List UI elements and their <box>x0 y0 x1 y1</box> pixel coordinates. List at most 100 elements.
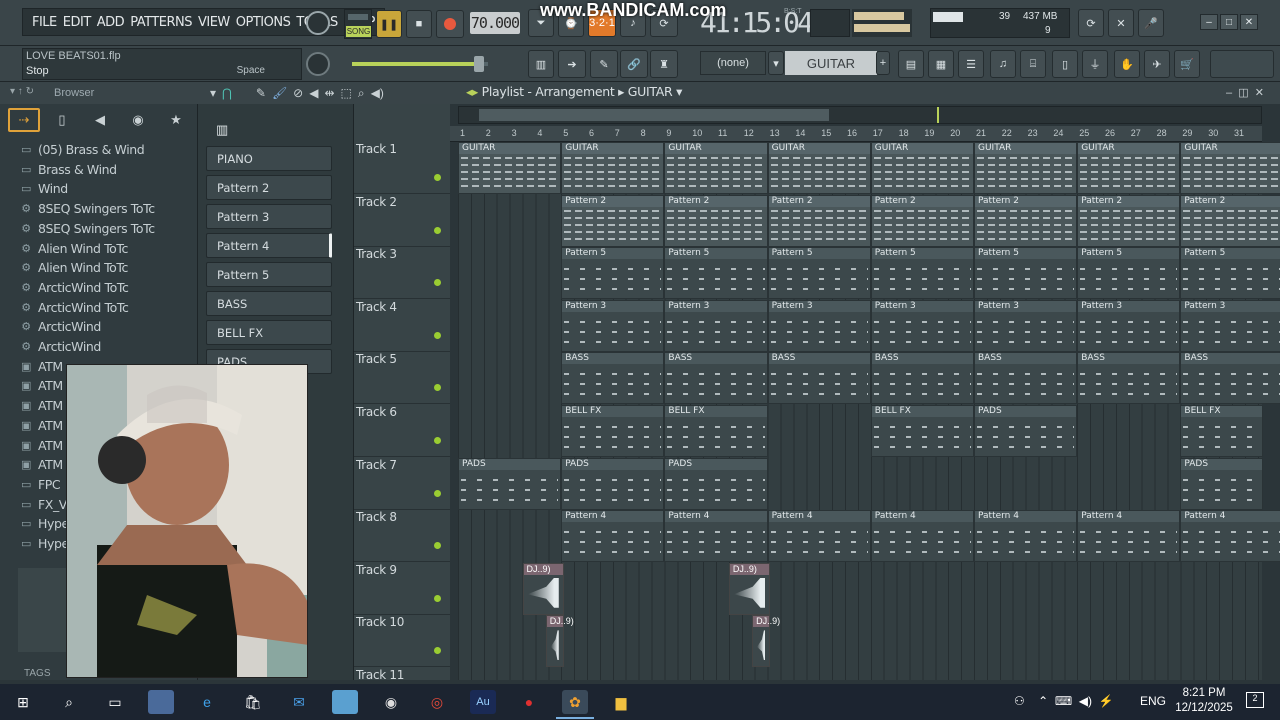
record-button[interactable] <box>436 10 464 38</box>
pattern-clip[interactable]: Pattern 4 <box>1077 510 1181 563</box>
tab-plugins-icon[interactable]: ◀ <box>84 108 116 132</box>
pattern-clip[interactable]: BASS <box>767 352 871 405</box>
system-clock[interactable]: 8:21 PM 12/12/2025 <box>1172 686 1236 716</box>
pattern-clip[interactable]: GUITAR <box>1077 142 1181 194</box>
windows-start-icon[interactable]: ⊞ <box>10 690 36 714</box>
browser-item[interactable]: ▣ ATM <box>20 436 63 455</box>
render-button[interactable]: ✈ <box>1144 50 1170 78</box>
audio-clip[interactable]: DJ..9) <box>728 562 771 615</box>
add-pattern-button[interactable]: + <box>876 51 890 75</box>
stop-button[interactable]: ■ <box>406 10 432 38</box>
edge-icon[interactable]: e <box>194 690 220 714</box>
pattern-clip[interactable]: Pattern 5 <box>664 247 768 300</box>
mute-icon[interactable]: ◀ <box>309 86 318 100</box>
pattern-clip[interactable]: BELL FX <box>561 405 665 457</box>
pattern-item[interactable]: BASS <box>206 291 332 316</box>
pattern-clip[interactable]: Pattern 5 <box>870 247 974 300</box>
playlist-view-button[interactable]: ▤ <box>898 50 924 78</box>
browser-item[interactable]: ▭ FX_V <box>20 495 67 514</box>
browser-item[interactable]: ▭ FPC <box>20 475 61 494</box>
tab-online-icon[interactable]: ◉ <box>122 108 154 132</box>
menu-edit[interactable]: EDIT <box>60 15 94 30</box>
browser-item[interactable]: ▣ ATM <box>20 416 63 435</box>
zoom-icon[interactable]: ⌕ <box>358 86 365 101</box>
browser-item[interactable]: ⚙ 8SEQ Swingers ToTc <box>20 219 155 238</box>
track-mute-led[interactable] <box>434 542 441 550</box>
touch-controller-button[interactable]: ✋ <box>1114 50 1140 78</box>
pencil-icon[interactable]: ✎ <box>256 86 266 100</box>
pattern-song-toggle[interactable]: SONG <box>344 9 372 39</box>
master-volume-knob[interactable] <box>306 11 330 35</box>
store-icon[interactable]: 🛍 <box>240 690 266 714</box>
browser-item[interactable]: ▣ ATM <box>20 396 63 415</box>
pattern-clip[interactable]: GUITAR <box>767 142 871 194</box>
play-button[interactable]: ❚❚ <box>376 10 402 38</box>
current-pattern-select[interactable]: GUITAR <box>785 51 877 75</box>
pattern-item[interactable]: BELL FX <box>206 320 332 345</box>
audio-clip[interactable]: DJ..9) <box>522 562 564 615</box>
track-header[interactable]: Track 4 <box>354 300 450 352</box>
pattern-clip[interactable]: Pattern 5 <box>561 247 665 300</box>
snap-select[interactable]: (none) <box>700 51 766 75</box>
brush-icon[interactable]: 🖌 <box>272 86 287 100</box>
track-header[interactable]: Track 7 <box>354 458 450 510</box>
track-mute-led[interactable] <box>434 226 441 234</box>
browser-view-button[interactable]: ⌸ <box>1020 50 1046 78</box>
pattern-clip[interactable]: BELL FX <box>664 405 768 457</box>
hint-bar-toggle[interactable] <box>1210 50 1274 78</box>
browser-item[interactable]: ⚙ 8SEQ Swingers ToTc <box>20 199 155 218</box>
magnet-icon[interactable]: ⋂ <box>222 86 232 100</box>
pattern-clip[interactable]: Pattern 5 <box>1180 247 1280 300</box>
browser-item[interactable]: ⚙ ArcticWind <box>20 337 101 356</box>
channel-rack-button[interactable]: ▦ <box>928 50 954 78</box>
audio-clip[interactable]: DJ..9) <box>752 615 780 668</box>
track-mute-led[interactable] <box>434 174 441 181</box>
browser-item[interactable]: ⚙ ArcticWind <box>20 317 101 336</box>
maximize-button[interactable]: □ <box>1220 14 1238 30</box>
pattern-clip[interactable]: GUITAR <box>458 142 562 194</box>
tab-favorites-icon[interactable]: ★ <box>160 108 192 132</box>
browser-item[interactable]: ▣ ATM <box>20 376 63 395</box>
pattern-clip[interactable]: Pattern 4 <box>870 510 974 563</box>
track-mute-led[interactable] <box>434 647 441 655</box>
media-player-icon[interactable]: ◉ <box>378 690 404 714</box>
track-mute-led[interactable] <box>434 384 441 392</box>
pattern-clip[interactable]: Pattern 3 <box>1180 299 1280 352</box>
browser-item[interactable]: ▭ Brass & Wind <box>20 160 117 179</box>
track-mute-led[interactable] <box>434 437 441 444</box>
mail-icon[interactable]: ✉ <box>286 690 312 714</box>
browser-nav-icons[interactable]: ▾ ↑ ↻ <box>10 86 34 97</box>
pattern-clip[interactable]: GUITAR <box>1180 142 1280 194</box>
pattern-clip[interactable]: GUITAR <box>974 142 1078 194</box>
pattern-clip[interactable]: Pattern 2 <box>1077 194 1181 247</box>
browser-item[interactable]: ▭ Hype <box>20 534 69 553</box>
language-indicator[interactable]: ENG <box>1140 694 1166 708</box>
track-header[interactable]: Track 10 <box>354 615 450 668</box>
pattern-clip[interactable]: Pattern 2 <box>664 194 768 247</box>
pattern-clip[interactable]: Pattern 2 <box>767 194 871 247</box>
pattern-clip[interactable]: BELL FX <box>870 405 974 457</box>
track-mute-led[interactable] <box>434 489 441 497</box>
pattern-clip[interactable]: PADS <box>664 457 768 510</box>
slider-handle[interactable] <box>474 56 484 72</box>
browser-item[interactable]: ⚙ ArcticWind ToTc <box>20 278 129 297</box>
pattern-clip[interactable]: PADS <box>458 457 562 510</box>
cpu-settings-button[interactable]: ✕ <box>1108 9 1134 37</box>
pattern-clip[interactable]: Pattern 5 <box>1077 247 1181 300</box>
pattern-item[interactable]: PIANO <box>206 146 332 171</box>
pitch-knob[interactable] <box>306 52 330 76</box>
plugin-picker-button[interactable]: ▯ <box>1052 50 1078 78</box>
pencil-tool-button[interactable]: ✎ <box>590 50 618 78</box>
tab-all-icon[interactable]: ⇢ <box>8 108 40 132</box>
audition-icon[interactable]: Au <box>470 690 496 714</box>
mixer-button[interactable]: ☰ <box>958 50 984 78</box>
pattern-clip[interactable]: GUITAR <box>870 142 974 194</box>
online-news-button[interactable]: ⟳ <box>1078 9 1104 37</box>
browser-item[interactable]: ▣ ATM <box>20 455 63 474</box>
pattern-item[interactable]: Pattern 2 <box>206 175 332 200</box>
pattern-clip[interactable]: Pattern 5 <box>767 247 871 300</box>
tempo-display[interactable]: 70.000 <box>470 12 520 34</box>
delete-icon[interactable]: ⊘ <box>293 86 303 100</box>
piano-icon[interactable]: ▥ <box>216 122 228 138</box>
track-mute-led[interactable] <box>434 331 441 339</box>
